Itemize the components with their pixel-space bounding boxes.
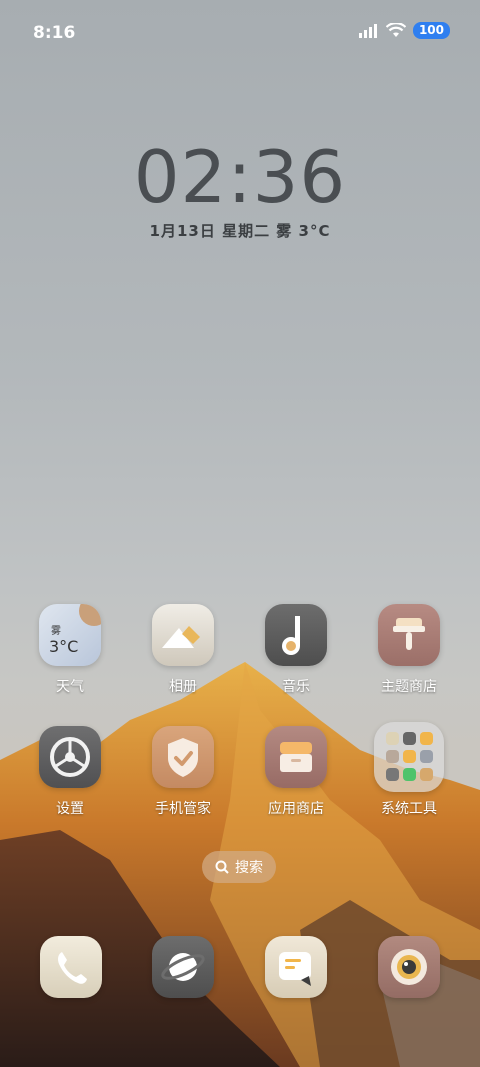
dock-phone[interactable] <box>40 936 102 998</box>
folder-system-tools[interactable]: 系统工具 <box>359 722 459 818</box>
messages-icon <box>279 952 311 986</box>
app-weather[interactable]: 雾 3°C 天气 <box>20 604 120 696</box>
app-label: 系统工具 <box>381 801 437 817</box>
app-gallery[interactable]: 相册 <box>133 604 233 696</box>
battery-indicator: 100 <box>412 22 450 39</box>
app-label: 天气 <box>56 679 84 695</box>
dock-camera[interactable] <box>378 936 440 998</box>
browser-icon <box>161 953 205 981</box>
search-icon <box>215 860 229 874</box>
brush-icon <box>378 604 440 666</box>
app-label: 设置 <box>56 801 84 817</box>
home-clock: 02:36 <box>133 135 347 219</box>
app-theme-store[interactable]: 主题商店 <box>359 604 459 696</box>
shield-icon <box>152 726 214 788</box>
app-phone-manager[interactable]: 手机管家 <box>133 726 233 818</box>
home-date: 1月13日 星期二 雾 3°C <box>149 222 331 240</box>
home-screen: 8:16 100 02:36 1月13日 星期二 雾 3°C 雾 3°C 天气 <box>0 0 480 1067</box>
app-settings[interactable]: 设置 <box>20 726 120 818</box>
app-music[interactable]: 音乐 <box>246 604 346 696</box>
app-label: 手机管家 <box>155 801 211 817</box>
dock-messages[interactable] <box>265 936 327 998</box>
signal-icon <box>358 23 377 38</box>
store-icon <box>265 726 327 788</box>
search-label: 搜索 <box>235 860 263 876</box>
camera-icon <box>391 949 427 985</box>
gallery-icon <box>152 604 214 666</box>
music-icon <box>265 604 327 666</box>
app-label: 相册 <box>169 679 197 695</box>
dock-browser[interactable] <box>152 936 214 998</box>
folder-icon <box>374 722 444 792</box>
search-button[interactable]: 搜索 <box>202 851 276 883</box>
settings-gear-icon <box>39 726 101 788</box>
app-app-store[interactable]: 应用商店 <box>246 726 346 818</box>
status-bar: 8:16 100 <box>0 0 480 70</box>
app-label: 音乐 <box>282 679 310 695</box>
wifi-icon <box>385 23 406 37</box>
app-label: 应用商店 <box>268 801 324 817</box>
status-time: 8:16 <box>33 23 76 43</box>
phone-icon <box>58 952 87 984</box>
weather-icon: 雾 3°C <box>39 604 101 666</box>
app-label: 主题商店 <box>381 679 437 695</box>
